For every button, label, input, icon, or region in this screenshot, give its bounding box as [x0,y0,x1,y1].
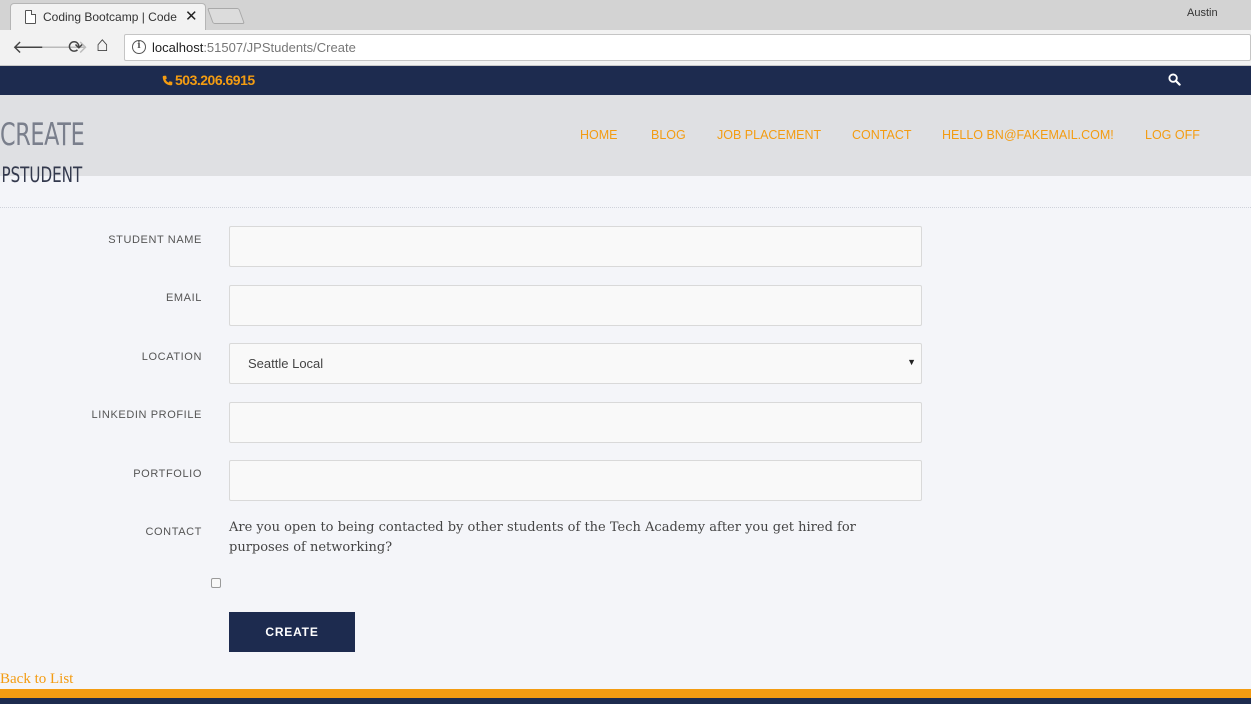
student-name-label: STUDENT NAME [108,234,202,246]
nav-blog[interactable]: BLOG [651,128,686,142]
location-select[interactable]: Seattle Local ▼ [229,343,922,384]
url-text: localhost:51507/JPStudents/Create [152,40,356,55]
footer-bar [0,698,1251,704]
url-path: :51507/JPStudents/Create [203,40,356,55]
home-icon[interactable]: ⌂ [96,34,109,55]
location-selected-value: Seattle Local [248,356,324,371]
contact-question: Are you open to being contacted by other… [229,520,856,555]
linkedin-label: LINKEDIN PROFILE [91,409,202,421]
info-icon[interactable]: i [132,40,146,54]
nav-home[interactable]: HOME [580,128,618,142]
back-to-list-link[interactable]: Back to List [0,671,73,688]
page-title: CREATE [0,117,85,153]
create-button[interactable]: CREATE [229,612,355,652]
nav-job-placement[interactable]: JOB PLACEMENT [717,128,821,142]
portfolio-label: PORTFOLIO [133,468,202,480]
document-icon [25,10,36,24]
email-input[interactable] [229,285,922,326]
address-bar[interactable]: i localhost:51507/JPStudents/Create [124,34,1251,61]
browser-toolbar: 🡐 🡒 ⟳ ⌂ i localhost:51507/JPStudents/Cre… [0,30,1251,66]
contact-label: CONTACT [145,526,202,538]
phone-number: 503.206.6915 [175,72,255,88]
divider [0,207,1251,208]
phone-link[interactable]: 503.206.6915 [162,72,255,88]
linkedin-input[interactable] [229,402,922,443]
contact-checkbox[interactable] [211,578,221,588]
tab-close-icon[interactable]: ✕ [185,7,198,25]
dropdown-caret-icon: ▼ [907,357,916,367]
browser-tab[interactable]: Coding Bootcamp | Code ✕ [10,3,206,30]
search-icon[interactable] [1168,73,1181,86]
portfolio-input[interactable] [229,460,922,501]
phone-icon [162,75,173,86]
student-name-input[interactable] [229,226,922,267]
tab-title: Coding Bootcamp | Code [43,10,177,24]
location-label: LOCATION [141,351,202,363]
email-label: EMAIL [165,292,202,304]
site-topbar: 503.206.6915 [0,66,1251,95]
nav-user-greeting[interactable]: HELLO BN@FAKEMAIL.COM! [942,128,1114,142]
nav-log-off[interactable]: LOG OFF [1145,128,1200,142]
page-subtitle: JPSTUDENT [0,163,83,187]
reload-icon[interactable]: ⟳ [68,37,83,57]
url-host: localhost [152,40,204,55]
footer-accent-bar [0,689,1251,698]
nav-contact[interactable]: CONTACT [852,128,912,142]
browser-tab-bar: Coding Bootcamp | Code ✕ Austin [0,0,1251,30]
profile-name[interactable]: Austin [1187,7,1218,19]
new-tab-button[interactable] [207,8,245,24]
